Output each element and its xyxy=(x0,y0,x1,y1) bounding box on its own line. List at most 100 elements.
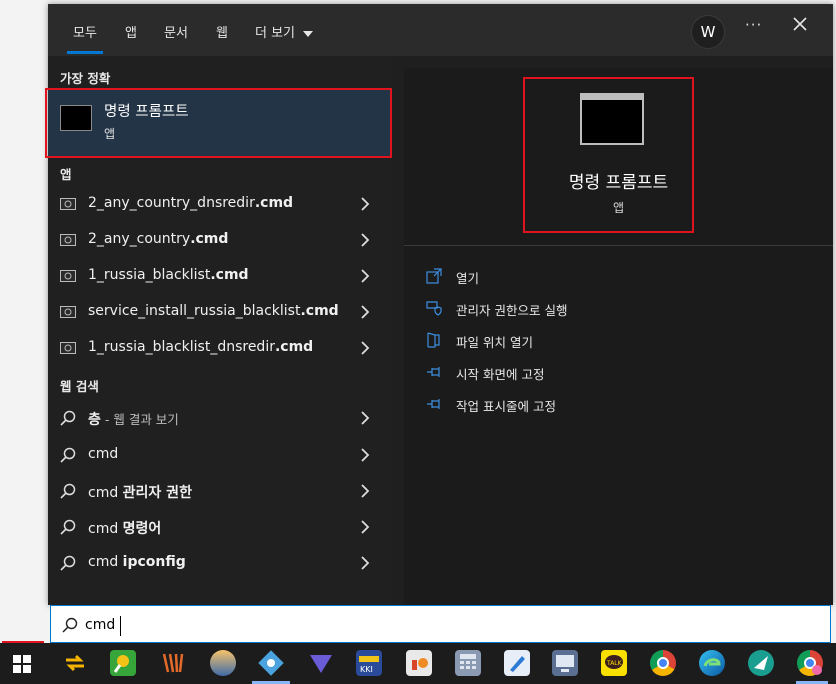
calculator-app-icon[interactable] xyxy=(455,650,481,676)
chrome-profile-app-icon[interactable] xyxy=(797,650,823,676)
vpn-app-icon[interactable] xyxy=(308,650,334,676)
best-match-item[interactable]: 명령 프롬프트 앱 xyxy=(48,90,391,157)
chevron-right-icon[interactable] xyxy=(359,196,371,212)
shield-icon xyxy=(426,301,442,316)
list-item[interactable]: 층 - 웹 결과 보기 xyxy=(48,400,391,436)
chevron-right-icon[interactable] xyxy=(359,555,371,571)
list-item-label: 1_russia_blacklist_dnsredir.cmd xyxy=(88,339,314,355)
action-open[interactable]: 열기 xyxy=(426,265,806,289)
action-run-as-admin[interactable]: 관리자 권한으로 실행 xyxy=(426,297,806,321)
search-icon xyxy=(60,410,76,426)
pin-icon xyxy=(427,399,440,409)
search-icon xyxy=(60,555,76,571)
preview-pane: 명령 프롬프트 앱 열기 관리자 권한으로 실행 파일 위치 열기 시작 화면에… xyxy=(404,68,833,605)
chevron-right-icon[interactable] xyxy=(359,519,371,535)
messenger-app-icon[interactable] xyxy=(748,650,774,676)
section-best-match: 가장 정확 xyxy=(60,71,111,86)
cmd-file-icon xyxy=(60,198,76,210)
windows-start-icon[interactable] xyxy=(12,654,32,674)
weather-app-icon[interactable] xyxy=(210,650,236,676)
text-caret xyxy=(120,616,121,636)
action-label: 관리자 권한으로 실행 xyxy=(456,303,568,318)
snip-app-icon[interactable] xyxy=(258,650,284,676)
chevron-right-icon[interactable] xyxy=(359,340,371,356)
stripes-app-icon[interactable] xyxy=(160,650,186,676)
notes-app-icon[interactable] xyxy=(504,650,530,676)
command-prompt-icon xyxy=(60,105,92,131)
open-icon xyxy=(426,268,442,284)
list-item[interactable]: 1_russia_blacklist.cmd xyxy=(48,258,391,294)
chevron-right-icon[interactable] xyxy=(359,232,371,248)
maps-app-icon[interactable] xyxy=(110,650,136,676)
list-item[interactable]: cmd 관리자 권한 xyxy=(48,473,391,509)
filter-tab-bar: 모두 앱 문서 웹 더 보기 W ··· xyxy=(48,4,833,56)
divider xyxy=(404,245,833,246)
tab-more[interactable]: 더 보기 xyxy=(255,22,314,41)
search-box[interactable] xyxy=(50,605,831,643)
account-avatar[interactable]: W xyxy=(691,15,725,49)
section-apps: 앱 xyxy=(60,167,72,182)
close-icon[interactable] xyxy=(790,14,810,34)
tab-documents[interactable]: 문서 xyxy=(164,22,188,41)
tab-web[interactable]: 웹 xyxy=(216,22,228,41)
more-options-icon[interactable]: ··· xyxy=(745,16,762,34)
list-item-label: cmd ipconfig xyxy=(88,554,186,570)
command-prompt-icon xyxy=(580,93,644,145)
office-app-icon[interactable] xyxy=(406,650,432,676)
list-item[interactable]: service_install_russia_blacklist.cmd xyxy=(48,294,391,330)
list-item-label: 2_any_country_dnsredir.cmd xyxy=(88,195,294,211)
tab-apps[interactable]: 앱 xyxy=(125,22,137,41)
chevron-right-icon[interactable] xyxy=(359,268,371,284)
list-item-label: cmd 관리자 권한 xyxy=(88,485,192,501)
folder-icon xyxy=(427,332,440,348)
action-label: 파일 위치 열기 xyxy=(456,335,533,350)
kakaotalk-app-icon[interactable]: TALK xyxy=(601,650,627,676)
search-icon xyxy=(60,519,76,535)
results-list: 가장 정확 명령 프롬프트 앱 앱 2_any_country_dnsredir… xyxy=(48,56,391,605)
action-open-file-location[interactable]: 파일 위치 열기 xyxy=(426,329,806,353)
chrome-app-icon[interactable] xyxy=(650,650,676,676)
action-pin-to-start[interactable]: 시작 화면에 고정 xyxy=(426,361,806,385)
chevron-right-icon[interactable] xyxy=(359,304,371,320)
action-label: 시작 화면에 고정 xyxy=(456,367,545,382)
section-web-search: 웹 검색 xyxy=(60,379,99,394)
action-pin-to-taskbar[interactable]: 작업 표시줄에 고정 xyxy=(426,393,806,417)
list-item-label: 1_russia_blacklist.cmd xyxy=(88,267,249,283)
pin-icon xyxy=(427,367,440,377)
search-icon xyxy=(62,617,78,633)
list-item-label: cmd 명령어 xyxy=(88,521,162,537)
action-label: 열기 xyxy=(456,271,480,286)
preview-title: 명령 프롬프트 xyxy=(568,173,669,193)
list-item-label: service_install_russia_blacklist.cmd xyxy=(88,303,339,319)
preview-subtitle: 앱 xyxy=(612,201,625,215)
cmd-file-icon xyxy=(60,234,76,246)
list-item[interactable]: 1_russia_blacklist_dnsredir.cmd xyxy=(48,330,391,366)
chevron-right-icon[interactable] xyxy=(359,410,371,426)
list-item[interactable]: 2_any_country.cmd xyxy=(48,222,391,258)
chevron-right-icon[interactable] xyxy=(359,447,371,463)
action-label: 작업 표시줄에 고정 xyxy=(456,399,556,414)
edge-app-icon[interactable] xyxy=(699,650,725,676)
best-match-title: 명령 프롬프트 xyxy=(104,104,189,120)
list-item[interactable]: cmd xyxy=(48,437,391,473)
search-icon xyxy=(60,483,76,499)
network-app-icon[interactable] xyxy=(552,650,578,676)
tab-more-label: 더 보기 xyxy=(255,26,296,41)
start-search-panel: 모두 앱 문서 웹 더 보기 W ··· 가장 정확 명령 프롬프트 앱 앱 2… xyxy=(48,4,833,605)
tab-all[interactable]: 모두 xyxy=(67,22,103,54)
caret-down-icon xyxy=(303,30,314,37)
svg-text:KKI: KKI xyxy=(360,665,373,674)
list-item[interactable]: cmd 명령어 xyxy=(48,509,391,545)
list-item[interactable]: cmd ipconfig xyxy=(48,545,391,581)
sync-app-icon[interactable] xyxy=(62,650,88,676)
search-input[interactable] xyxy=(85,613,125,637)
svg-text:TALK: TALK xyxy=(606,660,623,667)
kki-app-icon[interactable]: KKI xyxy=(356,650,382,676)
taskbar: KKI TALK xyxy=(0,643,836,684)
best-match-subtitle: 앱 xyxy=(104,127,116,141)
list-item-label: 2_any_country.cmd xyxy=(88,231,229,247)
chevron-right-icon[interactable] xyxy=(359,483,371,499)
list-item-label: 층 - 웹 결과 보기 xyxy=(88,412,179,428)
search-icon xyxy=(60,447,76,463)
list-item[interactable]: 2_any_country_dnsredir.cmd xyxy=(48,186,391,222)
